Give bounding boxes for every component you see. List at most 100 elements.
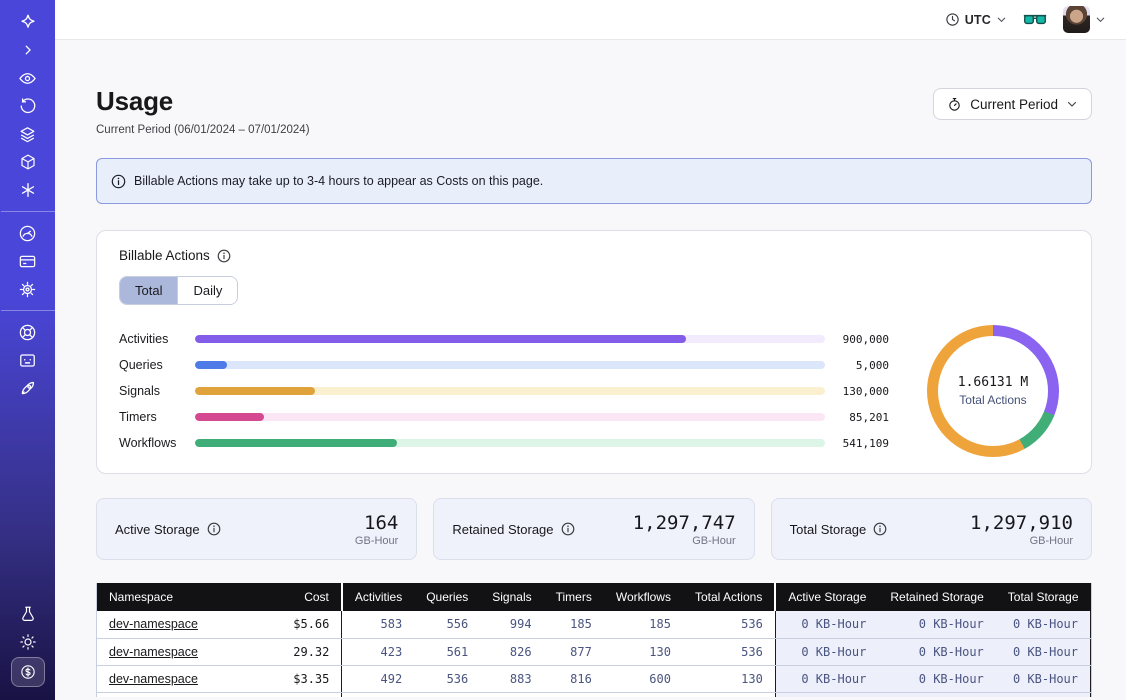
namespace-cell: dev-namespace [97, 692, 281, 697]
info-icon[interactable] [217, 249, 231, 263]
column-header: Total Storage [996, 583, 1091, 611]
bar-label: Queries [119, 358, 195, 372]
user-avatar [1063, 6, 1090, 33]
workflows-cell: 185 [604, 611, 683, 638]
chevron-right-icon[interactable] [9, 37, 47, 63]
info-icon [111, 174, 126, 189]
retained_storage-cell [878, 692, 995, 697]
usage-table-wrap: NamespaceCostActivitiesQueriesSignalsTim… [96, 583, 1092, 697]
right-column: UTC Usage Current Period (06/01/2024 [55, 0, 1126, 700]
dollar-icon[interactable] [11, 657, 45, 687]
retained-storage-value: 1,297,747 [633, 512, 736, 534]
total-storage-label: Total Storage [790, 522, 867, 537]
cost-cell: $3.35 [281, 665, 342, 692]
total-storage-value: 1,297,910 [970, 512, 1073, 534]
active_storage-cell: 0 KB-Hour [775, 611, 878, 638]
flask-icon[interactable] [9, 601, 47, 627]
bar-label: Timers [119, 410, 195, 424]
bar-fill [195, 439, 397, 447]
glasses-icon[interactable] [1023, 12, 1047, 28]
console-icon[interactable] [9, 347, 47, 373]
rocket-icon[interactable] [9, 375, 47, 401]
donut-wrap: 1.66131 M Total Actions [917, 325, 1069, 457]
temporal-logo-icon[interactable] [9, 9, 47, 35]
activities-cell: 583 [342, 611, 414, 638]
info-icon[interactable] [561, 522, 575, 536]
workflows-cell: 130 [604, 638, 683, 665]
view-toggle: Total Daily [119, 276, 238, 305]
bar-track [195, 387, 825, 395]
topbar: UTC [55, 0, 1126, 40]
activities-cell [342, 692, 414, 697]
billable-chart-row: Activities900,000Queries5,000Signals130,… [119, 325, 1069, 457]
cube-icon[interactable] [9, 149, 47, 175]
bar-fill [195, 335, 686, 343]
queries-cell: 556 [414, 611, 480, 638]
billable-actions-title: Billable Actions [119, 248, 210, 263]
retained-storage-label: Retained Storage [452, 522, 553, 537]
cost-cell: $5.66 [281, 611, 342, 638]
usage-table: NamespaceCostActivitiesQueriesSignalsTim… [97, 583, 1091, 697]
tab-total[interactable]: Total [120, 277, 177, 304]
active_storage-cell: 0 KB-Hour [775, 665, 878, 692]
info-icon[interactable] [873, 522, 887, 536]
column-header: Cost [281, 583, 342, 611]
credit-card-icon[interactable] [9, 248, 47, 274]
tab-daily[interactable]: Daily [177, 277, 237, 304]
donut-total-value: 1.66131 M [958, 375, 1028, 390]
eye-icon[interactable] [9, 65, 47, 91]
user-menu[interactable] [1063, 6, 1106, 33]
app-root: UTC Usage Current Period (06/01/2024 [0, 0, 1126, 700]
column-header: Activities [342, 583, 414, 611]
asterisk-icon[interactable] [9, 177, 47, 203]
sidebar [0, 0, 55, 700]
total_actions-cell: 536 [683, 638, 775, 665]
gear-icon[interactable] [9, 276, 47, 302]
page-header: Usage Current Period (06/01/2024 – 07/01… [96, 86, 1092, 136]
column-header: Signals [480, 583, 543, 611]
namespace-link[interactable]: dev-namespace [109, 672, 198, 686]
info-banner: Billable Actions may take up to 3-4 hour… [96, 158, 1092, 204]
donut-center: 1.66131 M Total Actions [958, 375, 1028, 407]
activities-cell: 423 [342, 638, 414, 665]
column-header: Active Storage [775, 583, 878, 611]
history-icon[interactable] [9, 93, 47, 119]
column-header: Workflows [604, 583, 683, 611]
layers-icon[interactable] [9, 121, 47, 147]
retained_storage-cell: 0 KB-Hour [878, 611, 995, 638]
bar-label: Workflows [119, 436, 195, 450]
sun-icon[interactable] [9, 629, 47, 655]
namespace-link[interactable]: dev-namespace [109, 617, 198, 631]
bar-value: 5,000 [825, 359, 889, 372]
bar-track [195, 361, 825, 369]
timezone-selector[interactable]: UTC [945, 12, 1007, 27]
column-header: Namespace [97, 583, 281, 611]
column-header: Retained Storage [878, 583, 995, 611]
signals-cell: 826 [480, 638, 543, 665]
bar-row: Timers85,201 [119, 404, 889, 430]
table-row: dev-namespace$5.665835569941851855360 KB… [97, 611, 1091, 638]
total-storage-unit: GB-Hour [970, 535, 1073, 547]
timezone-label: UTC [965, 13, 991, 27]
period-select-button[interactable]: Current Period [933, 88, 1092, 120]
gauge-icon[interactable] [9, 220, 47, 246]
bar-value: 541,109 [825, 437, 889, 450]
namespace-link[interactable]: dev-namespace [109, 645, 198, 659]
signals-cell [480, 692, 543, 697]
lifebuoy-icon[interactable] [9, 319, 47, 345]
retained_storage-cell: 0 KB-Hour [878, 665, 995, 692]
timers-cell: 877 [544, 638, 604, 665]
bar-track [195, 335, 825, 343]
info-icon[interactable] [207, 522, 221, 536]
total_storage-cell: 0 KB-Hour [996, 611, 1091, 638]
bar-track [195, 439, 825, 447]
bar-value: 900,000 [825, 333, 889, 346]
stopwatch-icon [947, 97, 962, 112]
active-storage-value: 164 [355, 512, 398, 534]
namespace-cell: dev-namespace [97, 611, 281, 638]
signals-cell: 994 [480, 611, 543, 638]
donut-total-label: Total Actions [958, 393, 1028, 407]
sidebar-divider [1, 211, 55, 212]
bar-value: 130,000 [825, 385, 889, 398]
period-button-label: Current Period [970, 97, 1058, 112]
